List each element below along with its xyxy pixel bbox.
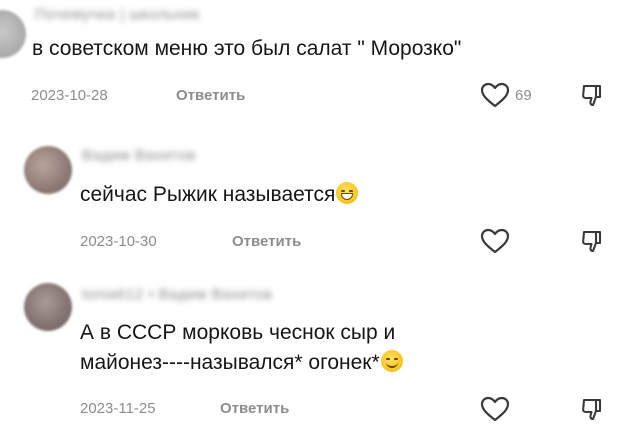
reply-button[interactable]: Ответить — [232, 233, 301, 250]
avatar[interactable] — [24, 146, 72, 194]
comment-username[interactable]: tonia612 • Вадим Вахитов — [82, 286, 352, 303]
reply-button[interactable]: Ответить — [220, 400, 289, 417]
dislike-button[interactable] — [580, 397, 606, 423]
avatar[interactable] — [0, 10, 26, 58]
comment-date: 2023-10-28 — [31, 87, 108, 104]
like-button[interactable] — [480, 82, 510, 108]
heart-outline-icon — [480, 396, 510, 422]
comment-username[interactable]: Почемучка | школьник — [35, 6, 240, 23]
avatar[interactable] — [24, 283, 72, 331]
comment-username[interactable]: Вадим Вахитов — [82, 147, 242, 164]
heart-outline-icon — [480, 228, 510, 254]
like-button[interactable] — [480, 228, 510, 254]
comment-text: А в СССР морковь чеснок сыр и майонез---… — [80, 318, 403, 378]
comment-date: 2023-11-25 — [80, 400, 156, 417]
thumbs-down-outline-icon — [582, 84, 602, 107]
thumbs-down-outline-icon — [582, 398, 602, 421]
grin-emoji — [336, 182, 359, 204]
reply-button[interactable]: Ответить — [176, 87, 245, 104]
wink-emoji — [380, 350, 403, 372]
comment-text-line: майонез----назывался* огонек* — [80, 348, 403, 378]
comment-text: в советском меню это был салат " Морозко… — [32, 34, 461, 64]
dislike-button[interactable] — [580, 83, 606, 109]
comment-text-body: в советском меню это был салат " Морозко… — [32, 37, 462, 60]
comment-text: сейчас Рыжик называется — [80, 180, 359, 210]
comment-text-body: майонез----назывался* огонек* — [80, 351, 380, 374]
comment-text-line: А в СССР морковь чеснок сыр и — [80, 321, 396, 344]
comment-text-body: сейчас Рыжик называется — [80, 183, 336, 206]
comment-date: 2023-10-30 — [80, 233, 157, 250]
dislike-button[interactable] — [580, 229, 606, 255]
thumbs-down-outline-icon — [582, 230, 602, 253]
like-button[interactable] — [480, 396, 510, 422]
like-count: 69 — [515, 87, 532, 104]
heart-outline-icon — [480, 82, 510, 108]
